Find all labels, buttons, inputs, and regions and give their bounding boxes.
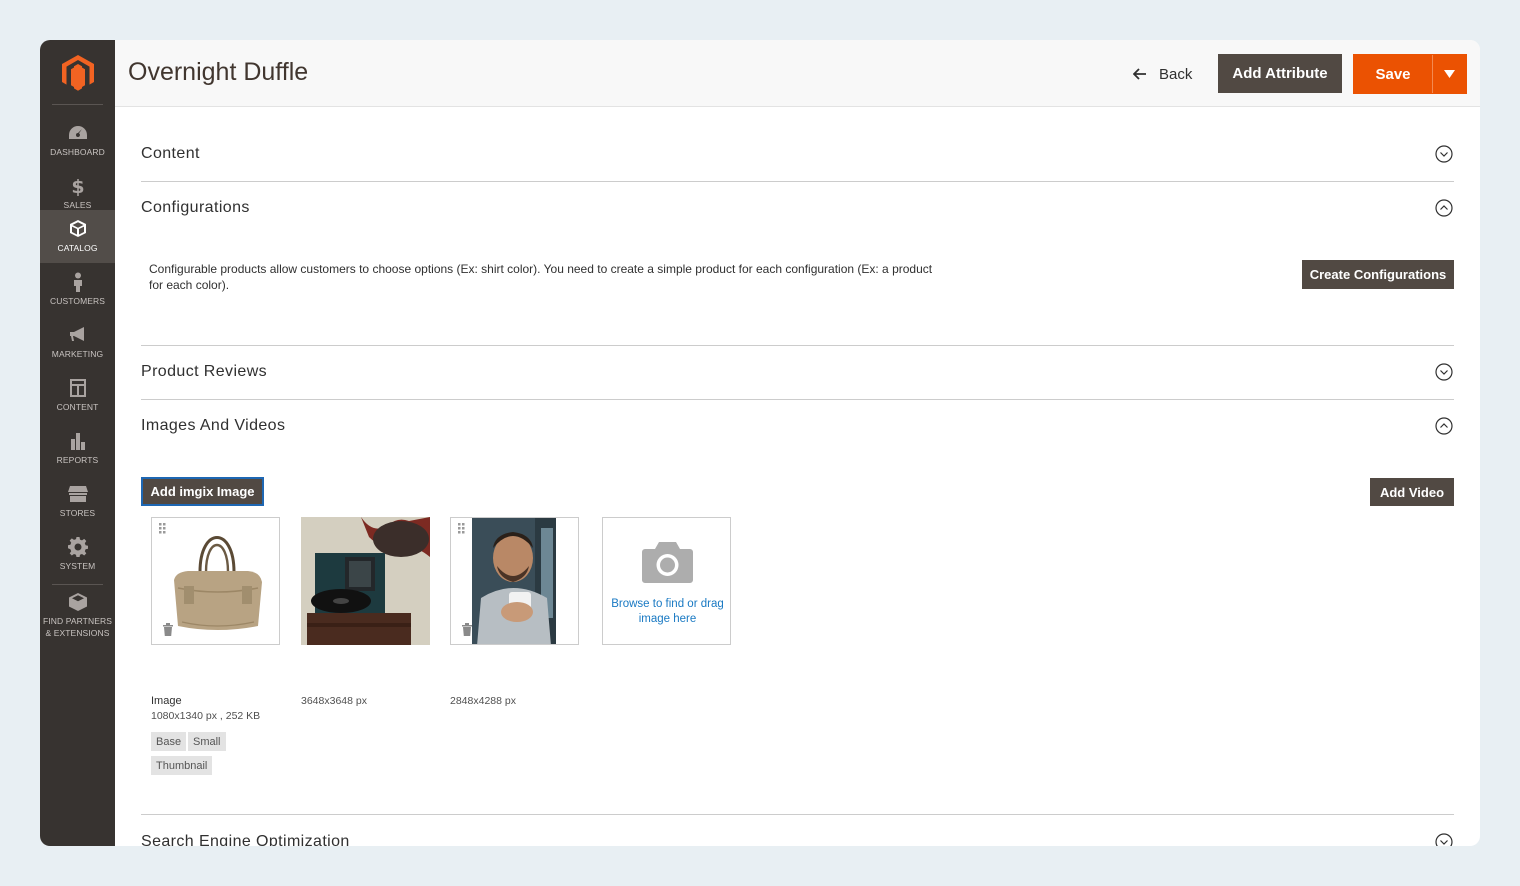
section-title: Search Engine Optimization <box>141 833 350 846</box>
sidebar-divider <box>52 104 103 105</box>
gear-icon <box>67 537 88 557</box>
page-title: Overnight Duffle <box>128 58 309 86</box>
image-upload-dropzone[interactable]: Browse to find or drag image here <box>602 517 731 645</box>
person-icon <box>73 272 82 292</box>
chevron-up-icon <box>1435 417 1453 435</box>
product-image-tile[interactable] <box>301 517 430 645</box>
create-configurations-button[interactable]: Create Configurations <box>1302 260 1454 289</box>
section-content-header[interactable]: Content <box>141 127 1454 181</box>
cube-icon <box>68 593 87 611</box>
drag-handle-icon[interactable] <box>458 523 465 537</box>
image-meta: 2848x4288 px <box>450 695 516 707</box>
camera-icon <box>642 542 693 583</box>
trash-icon[interactable] <box>461 622 473 636</box>
image-role-tag: Base <box>151 732 187 751</box>
save-options-toggle[interactable] <box>1433 55 1466 93</box>
admin-sidebar: DASHBOARD $ SALES CATALOG CUSTOMERS MARK… <box>40 40 115 846</box>
sidebar-item-dashboard[interactable]: DASHBOARD <box>40 114 115 167</box>
sidebar-item-find-partners[interactable]: FIND PARTNERS & EXTENSIONS <box>40 583 115 643</box>
sidebar-item-label: DASHBOARD <box>50 147 105 157</box>
section-title: Images And Videos <box>141 417 286 434</box>
sidebar-item-label: CONTENT <box>56 402 99 412</box>
save-button[interactable]: Save <box>1354 55 1432 93</box>
sidebar-item-label: STORES <box>59 508 96 518</box>
back-button[interactable]: Back <box>1133 62 1192 86</box>
add-attribute-button[interactable]: Add Attribute <box>1218 54 1342 93</box>
chevron-down-icon <box>1435 145 1453 163</box>
image-meta: 3648x3648 px <box>301 695 367 707</box>
chevron-down-icon <box>1435 363 1453 381</box>
back-button-label: Back <box>1159 65 1193 83</box>
add-imgix-image-button[interactable]: Add imgix Image <box>141 477 264 506</box>
sidebar-item-label: MARKETING <box>51 349 104 359</box>
section-title: Content <box>141 145 200 162</box>
save-split-button: Save <box>1353 54 1467 94</box>
caret-down-icon <box>1444 70 1455 78</box>
page-header: Overnight Duffle Back Add Attribute Save <box>115 40 1480 107</box>
section-images-videos-header[interactable]: Images And Videos <box>141 399 1454 453</box>
product-image-tile[interactable] <box>450 517 579 645</box>
bar-chart-icon <box>70 433 85 450</box>
chevron-up-icon <box>1435 199 1453 217</box>
drag-handle-icon[interactable] <box>159 523 166 537</box>
image-role-tag: Thumbnail <box>151 756 213 775</box>
box-icon <box>69 220 86 237</box>
megaphone-icon <box>69 327 84 341</box>
section-title: Product Reviews <box>141 363 268 380</box>
section-configurations-header[interactable]: Configurations <box>141 181 1454 235</box>
upload-instructions[interactable]: Browse to find or drag image here <box>603 597 732 627</box>
trash-icon[interactable] <box>162 622 174 636</box>
section-product-reviews-header[interactable]: Product Reviews <box>141 345 1454 399</box>
sidebar-item-stores[interactable]: STORES <box>40 475 115 528</box>
sidebar-item-label: REPORTS <box>56 455 99 465</box>
configurations-description: Configurable products allow customers to… <box>149 262 933 292</box>
section-seo-header[interactable]: Search Engine Optimization <box>141 815 1454 846</box>
sidebar-item-label: SYSTEM <box>59 561 96 571</box>
chevron-down-icon <box>1435 833 1453 846</box>
sidebar-item-label: CUSTOMERS <box>49 296 106 306</box>
dollar-icon: $ <box>71 176 84 196</box>
sidebar-item-content[interactable]: CONTENT <box>40 369 115 422</box>
sidebar-item-catalog[interactable]: CATALOG <box>40 210 115 263</box>
image-meta: 1080x1340 px , 252 KB <box>151 710 261 722</box>
layout-icon <box>69 379 86 397</box>
sidebar-item-label: FIND PARTNERS & EXTENSIONS <box>43 616 112 638</box>
arrow-left-icon <box>1133 68 1146 80</box>
image-caption: Image <box>151 695 182 707</box>
record-player-image <box>301 517 430 645</box>
sidebar-item-customers[interactable]: CUSTOMERS <box>40 263 115 316</box>
svg-text:$: $ <box>71 176 84 196</box>
magento-logo-icon[interactable] <box>60 54 96 92</box>
section-title: Configurations <box>141 199 250 216</box>
image-role-tag: Small <box>188 732 226 751</box>
add-video-button[interactable]: Add Video <box>1370 478 1454 506</box>
sidebar-item-system[interactable]: SYSTEM <box>40 528 115 581</box>
admin-window: DASHBOARD $ SALES CATALOG CUSTOMERS MARK… <box>40 40 1480 846</box>
storefront-icon <box>67 486 88 502</box>
dashboard-icon <box>68 126 87 139</box>
sidebar-item-marketing[interactable]: MARKETING <box>40 316 115 369</box>
sidebar-item-label: CATALOG <box>57 243 98 253</box>
sidebar-item-reports[interactable]: REPORTS <box>40 422 115 475</box>
product-image-tile[interactable] <box>151 517 280 645</box>
